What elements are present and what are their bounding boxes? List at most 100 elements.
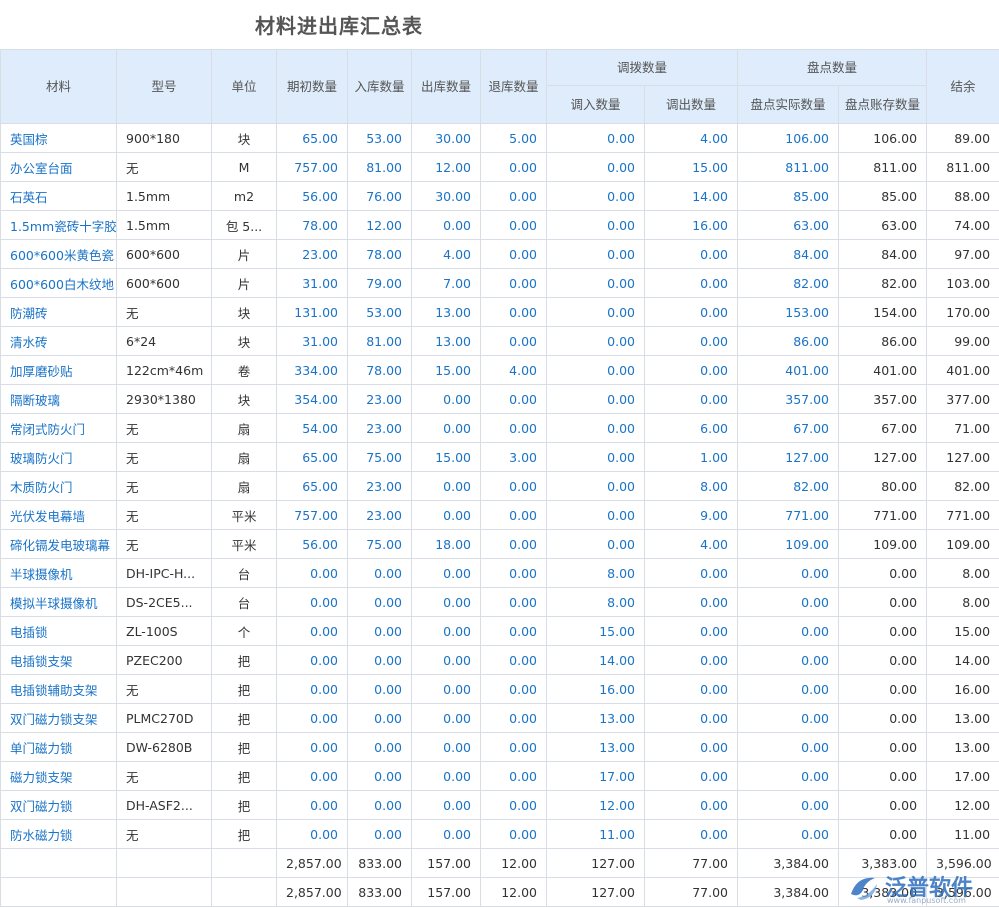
in-qty-cell: 81.00 <box>347 326 412 356</box>
material-cell[interactable]: 防水磁力锁 <box>0 819 117 849</box>
material-cell[interactable]: 玻璃防火门 <box>0 442 117 472</box>
col-header-in-qty[interactable]: 入库数量 <box>347 49 412 124</box>
material-cell[interactable]: 半球摄像机 <box>0 558 117 588</box>
col-header-out-qty[interactable]: 出库数量 <box>411 49 481 124</box>
table-row[interactable]: 光伏发电幕墙无平米 757.00 23.00 0.00 0.00 0.00 9.00 771.… <box>0 500 999 530</box>
col-header-inventory-book[interactable]: 盘点账存数量 <box>838 85 928 124</box>
material-cell[interactable]: 电插锁支架 <box>0 645 117 675</box>
material-cell[interactable]: 防潮砖 <box>0 297 117 327</box>
total-actual-cell: 3,384.00 <box>737 877 840 907</box>
table-row[interactable]: 玻璃防火门无扇 65.00 75.00 15.00 3.00 0.00 1.00 127.00… <box>0 442 999 472</box>
total-ret-cell: 12.00 <box>480 877 547 907</box>
col-header-material[interactable]: 材料 <box>0 49 117 124</box>
opening-qty-cell: 0.00 <box>276 587 348 617</box>
transfer-in-cell: 16.00 <box>546 674 645 704</box>
table-row[interactable]: 常闭式防火门无扇 54.00 23.00 0.00 0.00 0.00 6.00 67.00 6… <box>0 413 999 443</box>
table-row[interactable]: 电插锁 ZL-100S 个 0.00 0.00 0.00 0.00 15.00 0.00 0.00… <box>0 616 999 646</box>
total-in-cell: 833.00 <box>347 848 412 878</box>
inventory-book-cell: 401.00 <box>838 355 928 385</box>
material-cell[interactable]: 单门磁力锁 <box>0 732 117 762</box>
in-qty-cell: 0.00 <box>347 761 412 791</box>
out-qty-cell: 0.00 <box>411 790 481 820</box>
balance-cell: 71.00 <box>926 413 999 443</box>
inventory-actual-cell: 109.00 <box>737 529 840 559</box>
material-cell[interactable]: 光伏发电幕墙 <box>0 500 117 530</box>
in-qty-cell: 78.00 <box>347 239 412 269</box>
material-cell[interactable]: 常闭式防火门 <box>0 413 117 443</box>
col-header-transfer-out[interactable]: 调出数量 <box>643 85 739 124</box>
col-header-model[interactable]: 型号 <box>116 49 212 124</box>
opening-qty-cell: 65.00 <box>276 442 348 472</box>
in-qty-cell: 0.00 <box>347 674 412 704</box>
col-header-inventory-actual[interactable]: 盘点实际数量 <box>737 85 840 124</box>
unit-cell: 平米 <box>211 529 277 559</box>
col-header-opening-qty[interactable]: 期初数量 <box>276 49 348 124</box>
table-row[interactable]: 木质防火门无扇 65.00 23.00 0.00 0.00 0.00 8.00 82.00 80… <box>0 471 999 501</box>
balance-cell: 89.00 <box>926 123 999 153</box>
table-row[interactable]: 1.5mm瓷砖十字胶 1.5mm 包 5... 78.00 12.00 0.00 0.00 0… <box>0 210 999 240</box>
material-cell[interactable]: 石英石 <box>0 181 117 211</box>
unit-cell: 把 <box>211 761 277 791</box>
model-cell: PLMC270D <box>116 703 212 733</box>
inventory-book-cell: 154.00 <box>838 297 928 327</box>
table-row[interactable]: 电插锁辅助支架无把 0.00 0.00 0.00 0.00 16.00 0.00 0.00 0.… <box>0 674 999 704</box>
opening-qty-cell: 0.00 <box>276 674 348 704</box>
table-row[interactable]: 防潮砖无块 131.00 53.00 13.00 0.00 0.00 0.00 153.00 1… <box>0 297 999 327</box>
opening-qty-cell: 0.00 <box>276 761 348 791</box>
material-cell[interactable]: 英国棕 <box>0 123 117 153</box>
table-row[interactable]: 隔断玻璃 2930*1380 块 354.00 23.00 0.00 0.00 0.00 0.0… <box>0 384 999 414</box>
table-row[interactable]: 600*600白木纹地 600*600 片 31.00 79.00 7.00 0.00 0.0… <box>0 268 999 298</box>
opening-qty-cell: 31.00 <box>276 268 348 298</box>
out-qty-cell: 13.00 <box>411 297 481 327</box>
return-qty-cell: 0.00 <box>480 297 547 327</box>
material-cell[interactable]: 木质防火门 <box>0 471 117 501</box>
unit-cell: 把 <box>211 819 277 849</box>
material-cell[interactable]: 双门磁力锁支架 <box>0 703 117 733</box>
table-row[interactable]: 600*600米黄色瓷 600*600 片 23.00 78.00 4.00 0.00 0.0… <box>0 239 999 269</box>
total-tin-cell: 127.00 <box>546 848 645 878</box>
table-row[interactable]: 英国棕 900*180 块 65.00 53.00 30.00 5.00 0.00 4.00 10… <box>0 123 999 153</box>
col-header-return-qty[interactable]: 退库数量 <box>480 49 547 124</box>
material-cell[interactable]: 磁力锁支架 <box>0 761 117 791</box>
return-qty-cell: 0.00 <box>480 703 547 733</box>
material-cell[interactable]: 电插锁辅助支架 <box>0 674 117 704</box>
col-header-balance[interactable]: 结余 <box>926 49 999 124</box>
material-cell[interactable]: 清水砖 <box>0 326 117 356</box>
in-qty-cell: 78.00 <box>347 355 412 385</box>
col-header-unit[interactable]: 单位 <box>211 49 277 124</box>
table-row[interactable]: 防水磁力锁无把 0.00 0.00 0.00 0.00 11.00 0.00 0.00 0.00… <box>0 819 999 849</box>
model-cell: ZL-100S <box>116 616 212 646</box>
transfer-in-cell: 0.00 <box>546 297 645 327</box>
material-cell[interactable]: 电插锁 <box>0 616 117 646</box>
material-cell[interactable]: 600*600米黄色瓷 <box>0 239 117 269</box>
table-row[interactable]: 磁力锁支架无把 0.00 0.00 0.00 0.00 17.00 0.00 0.00 0.00… <box>0 761 999 791</box>
material-cell[interactable]: 双门磁力锁 <box>0 790 117 820</box>
table-row[interactable]: 模拟半球摄像机 DS-2CE5... 台 0.00 0.00 0.00 0.00 8.00 0.… <box>0 587 999 617</box>
table-row[interactable]: 清水砖 6*24 块 31.00 81.00 13.00 0.00 0.00 0.00 86.00… <box>0 326 999 356</box>
material-cell[interactable]: 隔断玻璃 <box>0 384 117 414</box>
table-row[interactable]: 加厚磨砂贴 122cm*46m 卷 334.00 78.00 15.00 4.00 0.00 0… <box>0 355 999 385</box>
table-row[interactable]: 单门磁力锁 DW-6280B 把 0.00 0.00 0.00 0.00 13.00 0.00 0… <box>0 732 999 762</box>
table-row[interactable]: 石英石 1.5mm m2 56.00 76.00 30.00 0.00 0.00 14.00 85… <box>0 181 999 211</box>
table-row[interactable]: 办公室台面无 M 757.00 81.00 12.00 0.00 0.00 15.00 811.… <box>0 152 999 182</box>
table-row[interactable]: 半球摄像机 DH-IPC-H... 台 0.00 0.00 0.00 0.00 8.00 0.0… <box>0 558 999 588</box>
col-header-transfer-in[interactable]: 调入数量 <box>546 85 645 124</box>
unit-cell: 扇 <box>211 471 277 501</box>
material-cell[interactable]: 模拟半球摄像机 <box>0 587 117 617</box>
fanpu-logo-icon <box>851 877 877 900</box>
material-cell[interactable]: 办公室台面 <box>0 152 117 182</box>
opening-qty-cell: 0.00 <box>276 616 348 646</box>
table-row[interactable]: 双门磁力锁 DH-ASF2... 把 0.00 0.00 0.00 0.00 12.00 0.0… <box>0 790 999 820</box>
inventory-book-cell: 86.00 <box>838 326 928 356</box>
material-cell[interactable]: 600*600白木纹地 <box>0 268 117 298</box>
watermark: 泛普软件 www.fanpusoft.com <box>847 868 997 906</box>
material-cell[interactable]: 加厚磨砂贴 <box>0 355 117 385</box>
table-row[interactable]: 碲化镉发电玻璃幕无平米 56.00 75.00 18.00 0.00 0.00 4.00 10… <box>0 529 999 559</box>
table-header: 材料 型号 单位 期初数量 入库数量 出库数量 退库数量 调拨数量 盘点数量 结… <box>0 49 999 124</box>
material-cell[interactable]: 1.5mm瓷砖十字胶 <box>0 210 117 240</box>
transfer-out-cell: 0.00 <box>643 703 739 733</box>
material-cell[interactable]: 碲化镉发电玻璃幕 <box>0 529 117 559</box>
table-row[interactable]: 电插锁支架 PZEC200 把 0.00 0.00 0.00 0.00 14.00 0.00 0.… <box>0 645 999 675</box>
table-row[interactable]: 双门磁力锁支架 PLMC270D 把 0.00 0.00 0.00 0.00 13.00 0.0… <box>0 703 999 733</box>
inventory-actual-cell: 0.00 <box>737 558 840 588</box>
